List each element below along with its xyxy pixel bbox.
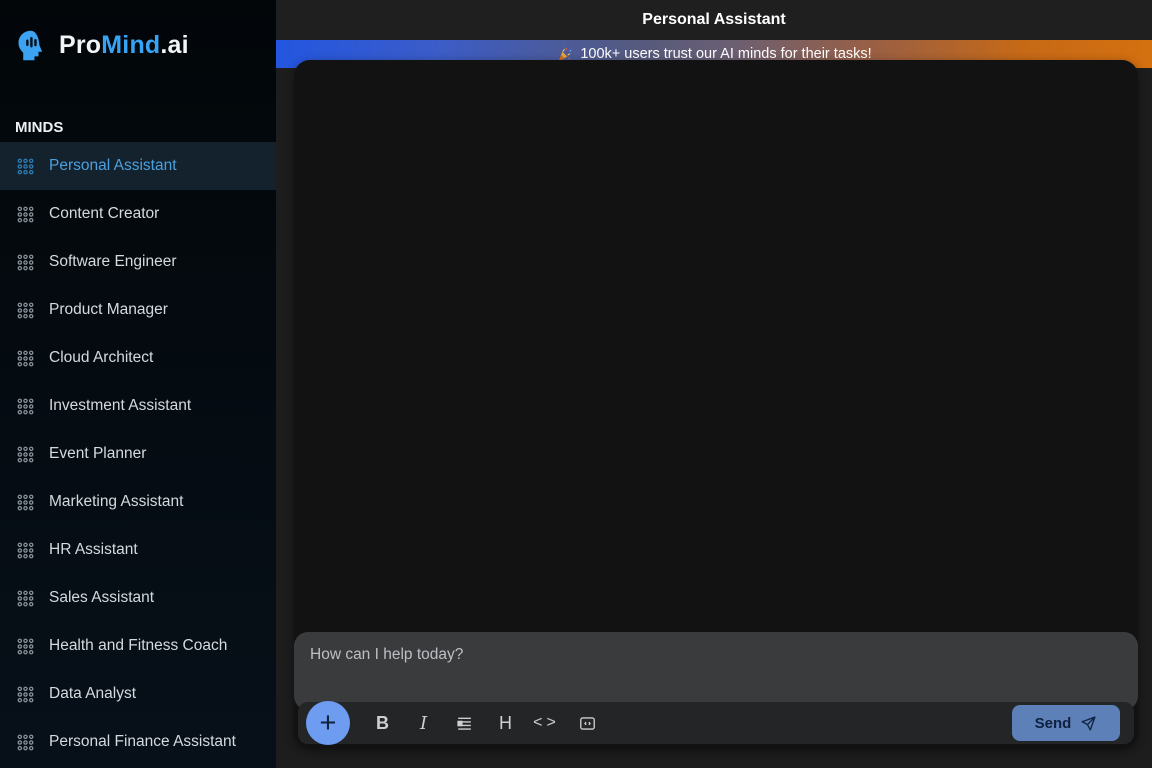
drag-handle-icon[interactable] <box>16 541 35 560</box>
italic-button[interactable]: I <box>403 703 444 743</box>
bullet-list-icon <box>457 717 471 730</box>
sidebar-item[interactable]: Content Creator <box>0 190 276 238</box>
bold-button[interactable]: B <box>362 703 403 743</box>
main-panel: Personal Assistant 100k+ users trust our… <box>276 0 1152 768</box>
brand-suffix: .ai <box>160 31 189 59</box>
sidebar-item-label: Content Creator <box>49 205 160 222</box>
sidebar-item-label: Personal Finance Assistant <box>49 733 236 750</box>
sidebar-item-label: Marketing Assistant <box>49 493 184 510</box>
sidebar-item-label: Health and Fitness Coach <box>49 637 228 654</box>
top-bar: Personal Assistant <box>276 0 1152 40</box>
sidebar-item-label: Personal Assistant <box>49 157 177 174</box>
sidebar-item-label: Investment Assistant <box>49 397 192 414</box>
add-attachment-button[interactable]: + <box>306 701 350 745</box>
sidebar-item[interactable]: HR Assistant <box>0 526 276 574</box>
brand-wordmark: ProMind.ai <box>59 31 189 60</box>
drag-handle-icon[interactable] <box>16 445 35 464</box>
list-button[interactable] <box>444 703 485 743</box>
drag-handle-icon[interactable] <box>16 253 35 272</box>
sidebar-item-label: Product Manager <box>49 301 168 318</box>
sidebar-item[interactable]: Marketing Assistant <box>0 478 276 526</box>
sidebar-item[interactable]: Product Manager <box>0 286 276 334</box>
brand-prefix: Pro <box>59 31 102 59</box>
sidebar-item[interactable]: Investment Assistant <box>0 382 276 430</box>
composer-toolbar: + B I H <> Send <box>298 701 1134 745</box>
drag-handle-icon[interactable] <box>16 637 35 656</box>
heading-button[interactable]: H <box>485 703 526 743</box>
sidebar-item[interactable]: Sales Assistant <box>0 574 276 622</box>
sidebar-item-label: HR Assistant <box>49 541 138 558</box>
message-area <box>294 60 1138 632</box>
app-window: ProMind.ai MINDS Personal Assistant Cont… <box>0 0 1152 768</box>
page-title: Personal Assistant <box>642 11 786 28</box>
promind-head-icon <box>18 30 43 61</box>
message-input[interactable] <box>294 632 1138 710</box>
sidebar-item[interactable]: Software Engineer <box>0 238 276 286</box>
sidebar-item-label: Sales Assistant <box>49 589 155 606</box>
sidebar-item[interactable]: Event Planner <box>0 430 276 478</box>
sidebar-item-label: Software Engineer <box>49 253 177 270</box>
sidebar-item[interactable]: Data Analyst <box>0 670 276 718</box>
sidebar-item[interactable]: Cloud Architect <box>0 334 276 382</box>
composer: + B I H <> <box>294 632 1138 748</box>
minds-list: Personal Assistant Content Creator Softw… <box>0 142 276 766</box>
code-block-icon <box>580 716 595 730</box>
code-block-button[interactable] <box>567 703 608 743</box>
sidebar-item-label: Data Analyst <box>49 685 137 702</box>
sidebar-item-label: Event Planner <box>49 445 147 462</box>
drag-handle-icon[interactable] <box>16 493 35 512</box>
sidebar-item[interactable]: Health and Fitness Coach <box>0 622 276 670</box>
sidebar-section-label: MINDS <box>15 119 64 136</box>
send-button[interactable]: Send <box>1012 705 1120 741</box>
chat-card: + B I H <> <box>294 60 1138 748</box>
sidebar: ProMind.ai MINDS Personal Assistant Cont… <box>0 0 276 768</box>
drag-handle-icon[interactable] <box>16 685 35 704</box>
sidebar-item[interactable]: Personal Assistant <box>0 142 276 190</box>
sidebar-item[interactable]: Personal Finance Assistant <box>0 718 276 766</box>
brand-accent: Mind <box>101 31 161 59</box>
drag-handle-icon[interactable] <box>16 589 35 608</box>
drag-handle-icon[interactable] <box>16 157 35 176</box>
send-plane-icon <box>1081 715 1096 731</box>
drag-handle-icon[interactable] <box>16 733 35 752</box>
inline-code-button[interactable]: <> <box>526 703 567 743</box>
drag-handle-icon[interactable] <box>16 349 35 368</box>
drag-handle-icon[interactable] <box>16 205 35 224</box>
send-button-label: Send <box>1034 714 1072 732</box>
drag-handle-icon[interactable] <box>16 301 35 320</box>
brand-logo: ProMind.ai <box>0 0 276 63</box>
drag-handle-icon[interactable] <box>16 397 35 416</box>
sidebar-item-label: Cloud Architect <box>49 349 154 366</box>
